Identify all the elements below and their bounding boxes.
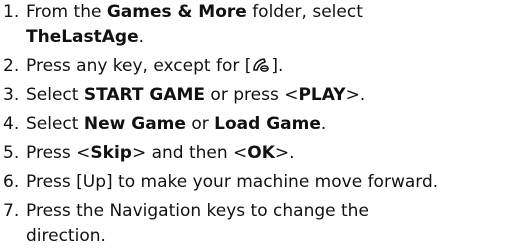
step-text: Press any key, except for [ ].	[26, 54, 507, 79]
step-1: 1. From the Games & More folder, select …	[2, 0, 507, 50]
step-text-part: ].	[271, 56, 284, 76]
step-text: Press [Up] to make your machine move for…	[26, 172, 439, 192]
step-number: 7.	[3, 201, 20, 221]
step-number: 4.	[3, 114, 20, 134]
step-text-part: folder, select	[246, 2, 363, 22]
step-7: 7. Press the Navigation keys to change t…	[2, 199, 507, 249]
soft-key-name: OK	[247, 143, 275, 163]
instruction-list: 1. From the Games & More folder, select …	[2, 0, 507, 249]
menu-option: START GAME	[83, 85, 206, 105]
step-number: 5.	[3, 143, 20, 163]
step-text-part: >.	[345, 85, 366, 105]
step-text-part: .	[320, 114, 327, 134]
step-text-part: direction.	[26, 226, 106, 246]
step-5: 5. Press <Skip> and then <OK>.	[2, 141, 507, 166]
step-number: 1.	[3, 2, 20, 22]
step-text-part: or press <	[205, 85, 299, 105]
step-3: 3. Select START GAME or press <PLAY>.	[2, 83, 507, 108]
step-text: Press the Navigation keys to change the …	[26, 199, 507, 249]
step-text-part: or	[185, 114, 215, 134]
step-text-part: Select	[26, 114, 84, 134]
soft-key-name: Skip	[90, 143, 132, 163]
game-name: TheLastAge	[26, 27, 139, 47]
step-text-part: Press any key, except for [	[26, 56, 252, 76]
step-text: Press <Skip> and then <OK>.	[26, 141, 507, 166]
menu-option: Load Game	[214, 114, 321, 134]
step-4: 4. Select New Game or Load Game.	[2, 112, 507, 137]
step-6: 6. Press [Up] to make your machine move …	[2, 170, 507, 195]
step-number: 6.	[3, 172, 20, 192]
end-call-icon	[253, 58, 270, 72]
step-text: From the Games & More folder, select The…	[26, 0, 507, 50]
step-text: Select New Game or Load Game.	[26, 112, 507, 137]
menu-option: New Game	[83, 114, 186, 134]
step-text-part: .	[138, 27, 145, 47]
step-number: 2.	[3, 56, 20, 76]
soft-key-name: PLAY	[298, 85, 346, 105]
step-text-part: Press <	[26, 143, 91, 163]
step-number: 3.	[3, 85, 20, 105]
step-text-part: > and then <	[131, 143, 248, 163]
step-text-part: Select	[26, 85, 84, 105]
step-text-part: Press the Navigation keys to change the	[26, 201, 369, 221]
folder-name: Games & More	[106, 2, 247, 22]
step-text: Select START GAME or press <PLAY>.	[26, 83, 507, 108]
step-text-part: From the	[26, 2, 107, 22]
step-2: 2. Press any key, except for [ ].	[2, 54, 507, 79]
step-text-part: >.	[274, 143, 295, 163]
